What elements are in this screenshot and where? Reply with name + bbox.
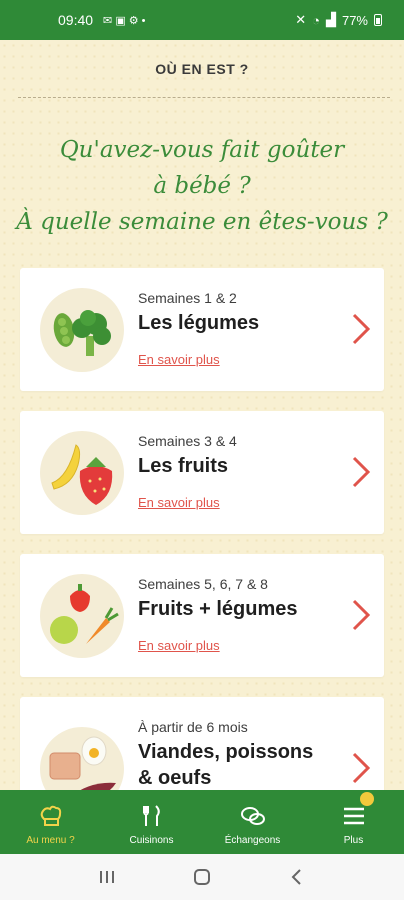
mute-icon: ✕: [295, 12, 307, 27]
wifi-icon: ◔: [312, 12, 320, 28]
card-vegetables[interactable]: Semaines 1 & 2 Les légumes En savoir plu…: [20, 268, 384, 391]
chevron-right-icon[interactable]: [350, 751, 372, 785]
card-weeks: Semaines 3 & 4: [138, 433, 237, 449]
tab-label: Plus: [343, 835, 364, 846]
page-title: OÙ EN EST ?: [155, 61, 249, 77]
fruits-illustration: [40, 431, 124, 515]
battery-percent: 77%: [341, 12, 368, 28]
card-weeks: Semaines 1 & 2: [138, 290, 237, 306]
card-title-line-2: & oeufs: [138, 767, 212, 789]
status-time: 09:40: [58, 12, 94, 28]
chat-bubbles-icon: [240, 807, 265, 825]
headline-line-1: Qu'avez-vous fait goûter: [59, 137, 345, 163]
headline-line-2: à bébé ?: [153, 173, 251, 199]
learn-more-link[interactable]: En savoir plus: [138, 638, 220, 653]
status-bar: 09:40 ✉ ▣ ⚙ • ✕ ◔ ▟ 77%: [0, 0, 404, 40]
tab-au-menu[interactable]: Au menu ?: [0, 790, 101, 854]
fruits-vegetables-illustration: [40, 574, 124, 658]
learn-more-link[interactable]: En savoir plus: [138, 495, 220, 510]
bottom-tab-bar: Au menu ? Cuisinons Échangeons Plus: [0, 790, 404, 854]
notification-dot: [360, 792, 374, 806]
chef-hat-icon: [40, 805, 61, 826]
tab-echangeons[interactable]: Échangeons: [202, 790, 303, 854]
page-header: OÙ EN EST ?: [0, 40, 404, 98]
card-title: Les légumes: [138, 312, 260, 334]
vegetables-illustration: [40, 288, 124, 372]
tab-plus[interactable]: Plus: [303, 790, 404, 854]
card-fruits[interactable]: Semaines 3 & 4 Les fruits En savoir plus: [20, 411, 384, 534]
system-navigation-bar: [0, 854, 404, 900]
signal-icon: ▟: [325, 12, 336, 27]
recent-apps-icon[interactable]: [97, 868, 117, 886]
status-right: ✕ ◔ ▟ 77%: [295, 12, 382, 28]
tab-label: Échangeons: [224, 835, 281, 846]
chevron-right-icon[interactable]: [350, 312, 372, 346]
chevron-right-icon[interactable]: [350, 455, 372, 489]
headline: Qu'avez-vous fait goûter à bébé ? À quel…: [10, 132, 394, 240]
card-weeks: À partir de 6 mois: [138, 719, 248, 735]
card-title: Les fruits: [138, 455, 229, 477]
battery-icon: [374, 14, 382, 26]
chevron-right-icon[interactable]: [350, 598, 372, 632]
status-notification-icons: ✉ ▣ ⚙ •: [103, 14, 146, 27]
back-icon[interactable]: [287, 867, 307, 887]
card-title: Viandes, poissons & oeufs: [138, 739, 313, 791]
home-icon[interactable]: [192, 867, 212, 887]
card-fruits-vegetables[interactable]: Semaines 5, 6, 7 & 8 Fruits + légumes En…: [20, 554, 384, 677]
utensils-icon: [142, 805, 160, 826]
headline-line-3: À quelle semaine en êtes-vous ?: [16, 209, 388, 235]
card-title-line-1: Viandes, poissons: [138, 741, 314, 763]
card-title: Fruits + légumes: [138, 598, 298, 620]
tab-label: Au menu ?: [26, 835, 75, 846]
menu-icon: [343, 807, 364, 825]
learn-more-link[interactable]: En savoir plus: [138, 352, 220, 367]
header-divider: [18, 97, 390, 98]
card-weeks: Semaines 5, 6, 7 & 8: [138, 576, 268, 592]
tab-label: Cuisinons: [129, 835, 174, 846]
tab-cuisinons[interactable]: Cuisinons: [101, 790, 202, 854]
